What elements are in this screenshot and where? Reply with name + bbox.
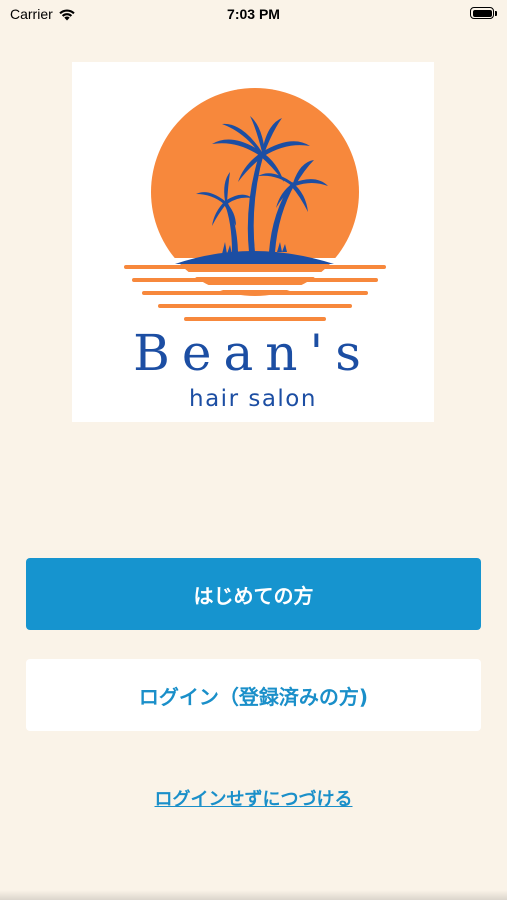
status-time: 7:03 PM bbox=[227, 6, 280, 22]
salon-logo: Bean's hair salon bbox=[72, 62, 434, 422]
brand-subtitle: hair salon bbox=[189, 386, 317, 412]
login-button[interactable]: ログイン（登録済みの方) bbox=[26, 659, 481, 731]
brand-name: Bean's bbox=[133, 324, 373, 382]
battery-icon bbox=[470, 7, 497, 19]
first-time-button[interactable]: はじめての方 bbox=[26, 558, 481, 630]
status-bar: Carrier 7:03 PM bbox=[0, 0, 507, 28]
continue-without-login-link[interactable]: ログインせずにつづける bbox=[0, 785, 507, 811]
bottom-edge-shadow bbox=[0, 890, 507, 900]
sunset-palm-island-icon bbox=[124, 88, 386, 321]
